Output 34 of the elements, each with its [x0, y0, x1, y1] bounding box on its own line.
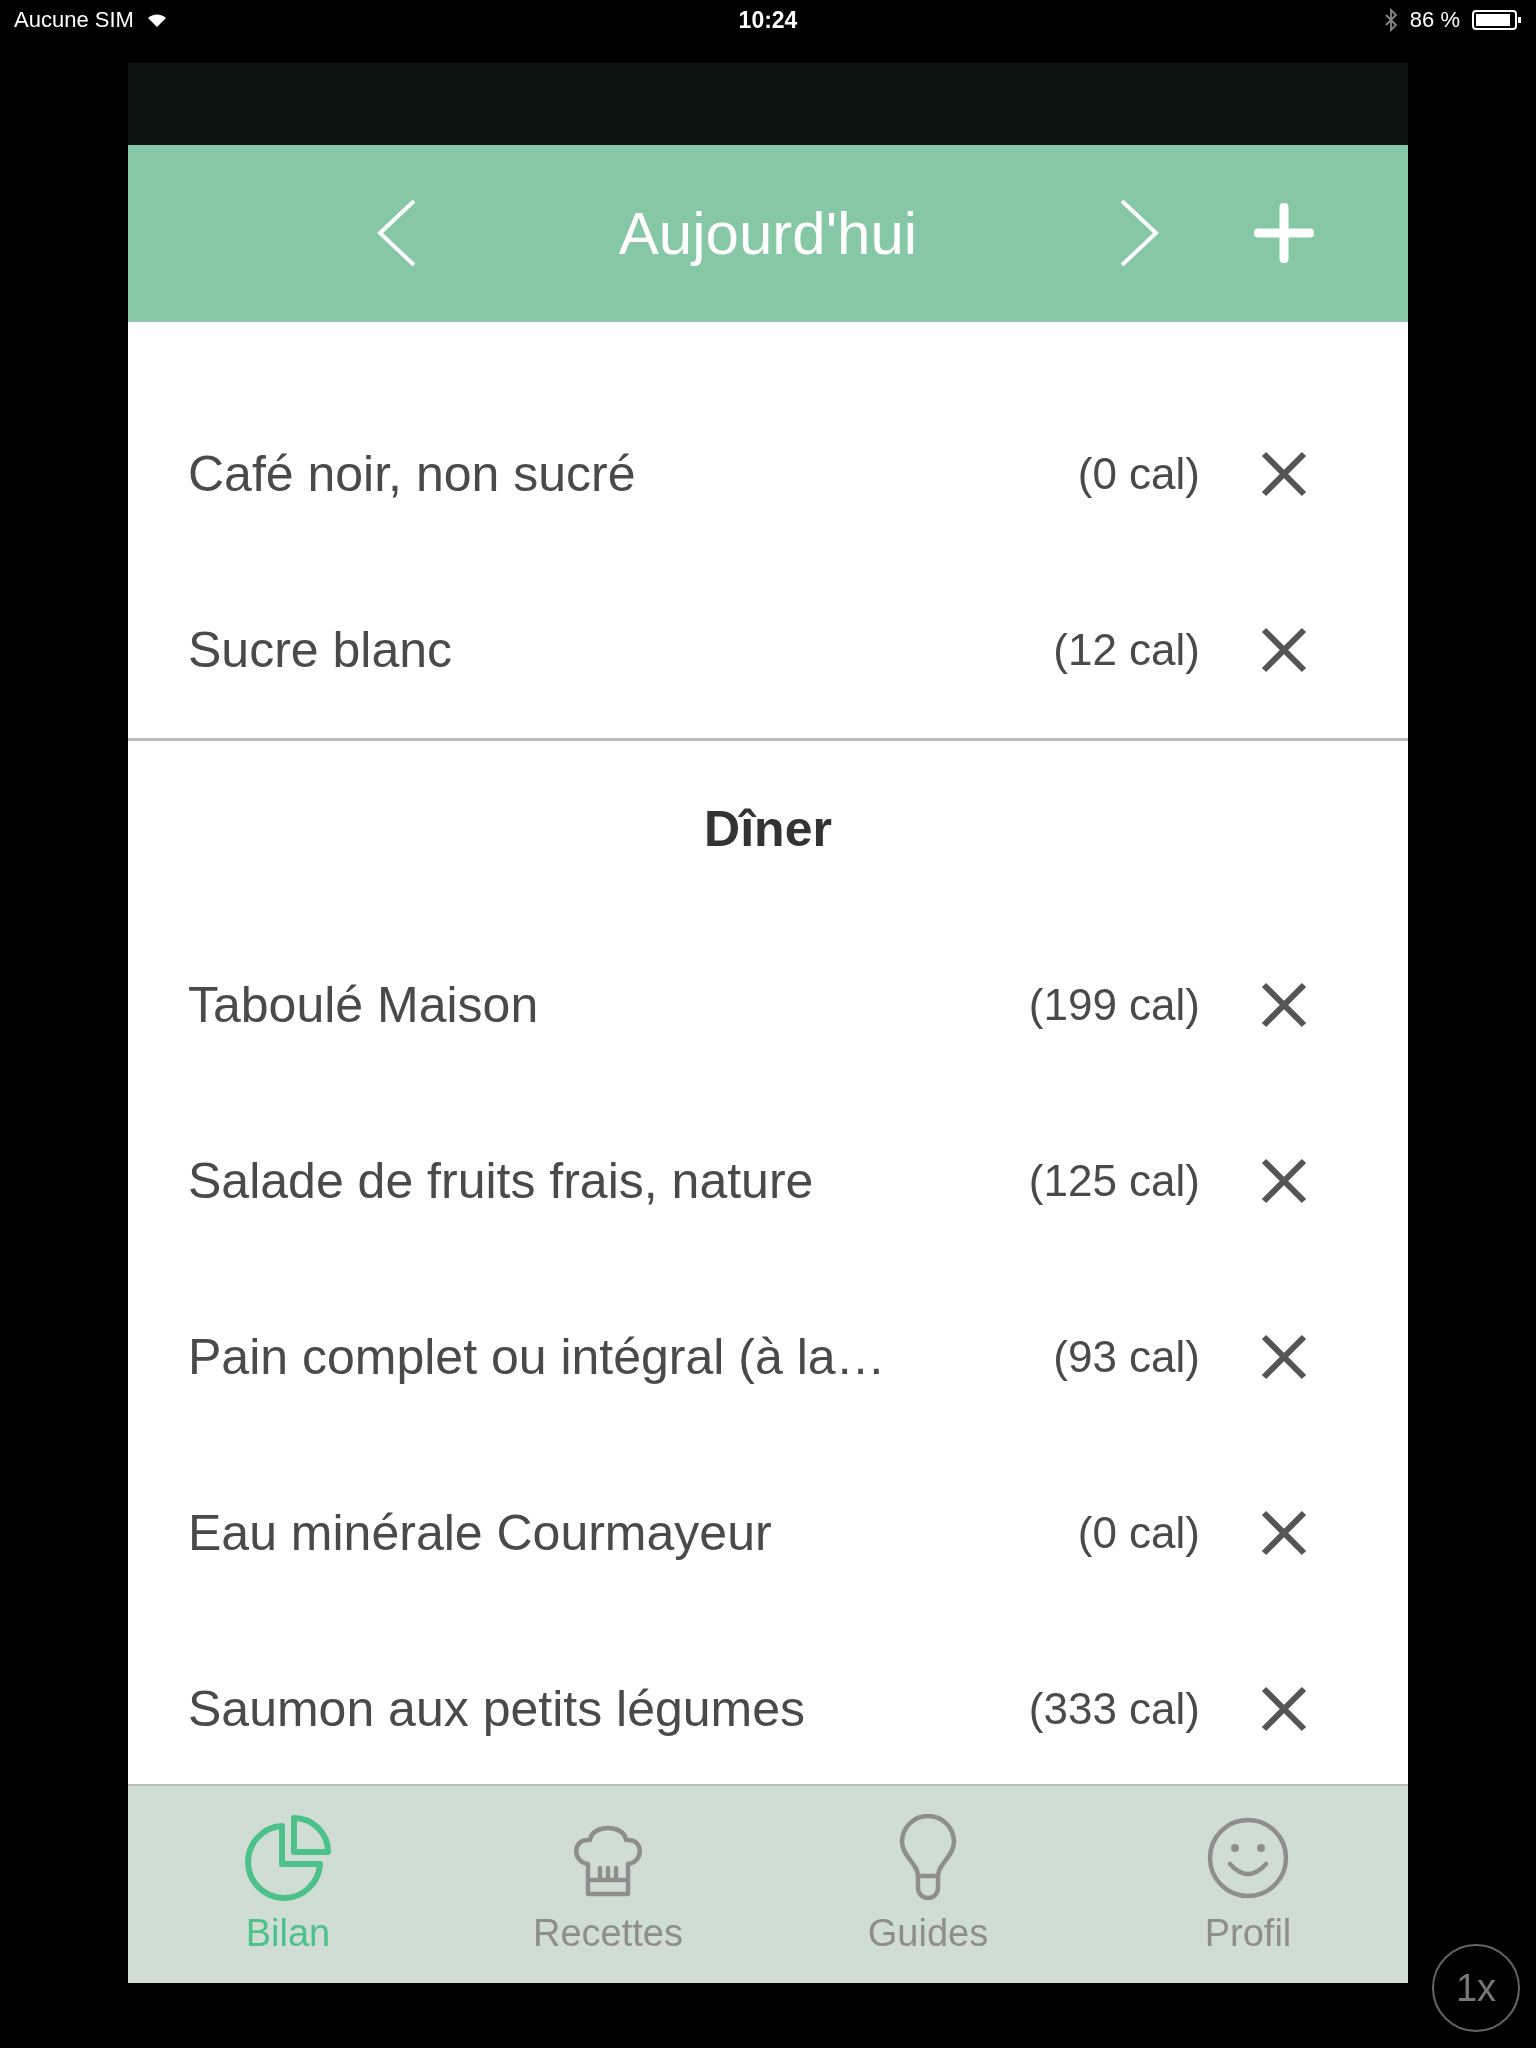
food-name: Pain complet ou intégral (à la…: [188, 1328, 887, 1386]
header-title: Aujourd'hui: [618, 198, 918, 268]
calorie-count: (125 cal): [1028, 1156, 1200, 1206]
delete-icon[interactable]: [1260, 1509, 1308, 1557]
delete-icon[interactable]: [1260, 981, 1308, 1029]
food-name: Salade de fruits frais, nature: [188, 1152, 815, 1210]
tab-item[interactable]: Guides: [768, 1786, 1088, 1983]
carrier-label: Aucune SIM: [14, 7, 134, 33]
section-title: Dîner: [704, 800, 832, 858]
calorie-count: (333 cal): [1028, 1684, 1200, 1734]
food-name: Saumon aux petits légumes: [188, 1680, 807, 1738]
food-name: Taboulé Maison: [188, 976, 540, 1034]
calorie-count: (0 cal): [1077, 1508, 1200, 1558]
battery-icon: [1472, 9, 1522, 31]
calorie-count: (199 cal): [1028, 980, 1200, 1030]
calorie-count: (12 cal): [1053, 625, 1200, 675]
tab-item[interactable]: Bilan: [128, 1786, 448, 1983]
pie-chart-icon: [244, 1814, 332, 1902]
food-name: Sucre blanc: [188, 621, 454, 679]
battery-percent: 86 %: [1409, 7, 1460, 33]
delete-icon[interactable]: [1260, 450, 1308, 498]
calorie-count: (0 cal): [1077, 449, 1200, 499]
delete-icon[interactable]: [1260, 1333, 1308, 1381]
clock-time: 10:24: [738, 6, 798, 34]
food-name: Eau minérale Courmayeur: [188, 1504, 773, 1562]
delete-icon[interactable]: [1260, 1157, 1308, 1205]
food-name: Café noir, non sucré: [188, 445, 637, 503]
delete-icon[interactable]: [1260, 626, 1308, 674]
delete-icon[interactable]: [1260, 1685, 1308, 1733]
tab-item[interactable]: Profil: [1088, 1786, 1408, 1983]
zoom-badge[interactable]: 1x: [1432, 1944, 1520, 2032]
calorie-count: (93 cal): [1053, 1332, 1200, 1382]
bluetooth-icon: [1383, 8, 1398, 32]
tab-item[interactable]: Recettes: [448, 1786, 768, 1983]
